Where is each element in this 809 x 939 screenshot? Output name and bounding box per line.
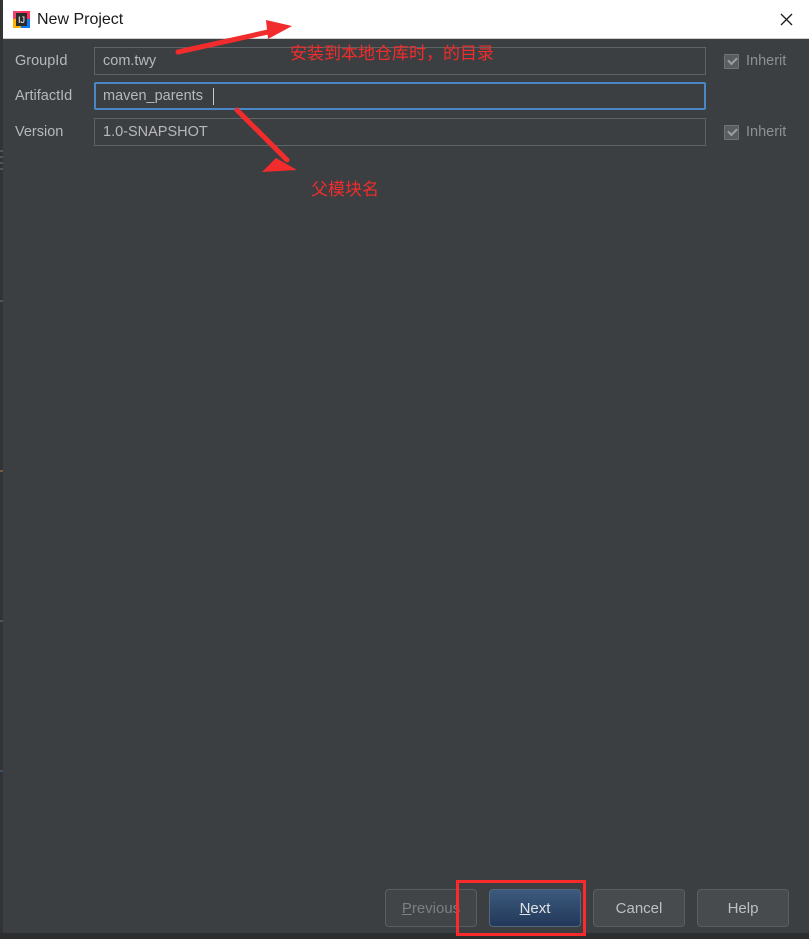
close-icon[interactable] — [763, 0, 809, 38]
intellij-idea-icon: IJ — [13, 11, 30, 28]
next-button[interactable]: Next — [489, 889, 581, 927]
previous-button[interactable]: Previous — [385, 889, 477, 927]
label-groupid: GroupId — [15, 53, 68, 69]
previous-button-mnemonic: P — [401, 899, 412, 917]
label-version: Version — [15, 124, 64, 140]
artifactid-input[interactable] — [94, 82, 706, 110]
label-inherit-groupid: Inherit — [746, 53, 787, 69]
dialog-bottom-edge — [0, 933, 809, 939]
help-button-label: Help — [727, 899, 759, 917]
groupid-input[interactable] — [94, 47, 706, 75]
checkbox-inherit-groupid[interactable] — [724, 53, 739, 69]
window-title: New Project — [37, 11, 124, 28]
form-row-version: Version Inherit — [3, 118, 809, 146]
next-button-label: ext — [530, 899, 551, 917]
help-button[interactable]: Help — [697, 889, 789, 927]
form-row-artifactid: ArtifactId — [3, 82, 809, 110]
previous-button-label: revious — [411, 899, 461, 917]
label-artifactid: ArtifactId — [15, 88, 73, 104]
dialog-titlebar: IJ New Project — [3, 0, 809, 39]
inherit-version[interactable]: Inherit — [724, 118, 786, 146]
dialog-button-bar: Previous Next Cancel Help — [3, 889, 809, 929]
screen: IJ New Project GroupId Inherit Artifa — [0, 0, 809, 939]
form-row-groupid: GroupId Inherit — [3, 47, 809, 75]
svg-text:IJ: IJ — [18, 15, 25, 25]
cancel-button-label: Cancel — [615, 899, 663, 917]
inherit-groupid[interactable]: Inherit — [724, 47, 786, 75]
version-input[interactable] — [94, 118, 706, 146]
checkbox-inherit-version[interactable] — [724, 124, 739, 140]
label-inherit-version: Inherit — [746, 124, 787, 140]
text-caret — [213, 88, 214, 105]
new-project-dialog: IJ New Project GroupId Inherit Artifa — [3, 0, 809, 935]
next-button-mnemonic: N — [519, 899, 531, 917]
cancel-button[interactable]: Cancel — [593, 889, 685, 927]
